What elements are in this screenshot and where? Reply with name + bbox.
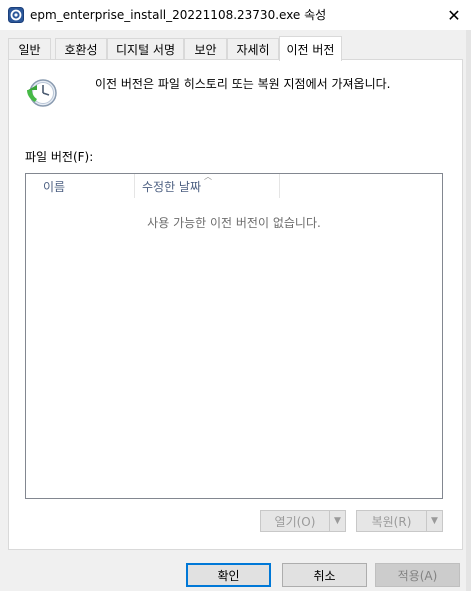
- open-button[interactable]: 열기(O): [261, 511, 329, 531]
- open-split-button[interactable]: 열기(O) ▼: [260, 510, 346, 532]
- tab-previous-versions[interactable]: 이전 버전: [279, 36, 342, 61]
- panel-description: 이전 버전은 파일 히스토리 또는 복원 지점에서 가져옵니다.: [95, 77, 391, 91]
- clock-restore-icon: [27, 79, 57, 107]
- sort-arrow-icon: ︿: [204, 172, 212, 181]
- restore-split-button[interactable]: 복원(R) ▼: [356, 510, 443, 532]
- restore-button[interactable]: 복원(R): [357, 511, 426, 531]
- tab-general[interactable]: 일반: [8, 38, 51, 60]
- window-title: epm_enterprise_install_20221108.23730.ex…: [30, 8, 327, 22]
- cancel-button[interactable]: 취소: [282, 563, 367, 587]
- tab-security[interactable]: 보안: [184, 38, 227, 60]
- column-header-name[interactable]: 이름: [43, 174, 133, 198]
- column-divider[interactable]: [134, 174, 135, 198]
- file-versions-list[interactable]: 이름 수정한 날짜 ︿ 사용 가능한 이전 버전이 없습니다.: [25, 172, 443, 499]
- title-bar: epm_enterprise_install_20221108.23730.ex…: [0, 0, 471, 30]
- tab-compatibility[interactable]: 호환성: [55, 38, 107, 60]
- tab-strip: 일반 호환성 디지털 서명 보안 자세히 이전 버전: [8, 36, 463, 61]
- app-icon: [8, 7, 24, 23]
- empty-list-message: 사용 가능한 이전 버전이 없습니다.: [147, 216, 321, 230]
- ok-button[interactable]: 확인: [186, 563, 271, 587]
- window-edge: [466, 30, 471, 591]
- tab-details[interactable]: 자세히: [227, 38, 279, 60]
- restore-dropdown-arrow-icon[interactable]: ▼: [426, 511, 442, 531]
- close-icon: ✕: [447, 5, 461, 25]
- close-button[interactable]: ✕: [437, 0, 471, 30]
- previous-versions-panel: 이전 버전은 파일 히스토리 또는 복원 지점에서 가져옵니다. 파일 버전(F…: [8, 59, 463, 550]
- apply-button[interactable]: 적용(A): [375, 563, 460, 587]
- file-versions-label: 파일 버전(F):: [25, 150, 94, 164]
- column-divider[interactable]: [279, 174, 280, 198]
- open-dropdown-arrow-icon[interactable]: ▼: [329, 511, 345, 531]
- properties-window: epm_enterprise_install_20221108.23730.ex…: [0, 0, 471, 591]
- tab-digital-signature[interactable]: 디지털 서명: [107, 38, 184, 60]
